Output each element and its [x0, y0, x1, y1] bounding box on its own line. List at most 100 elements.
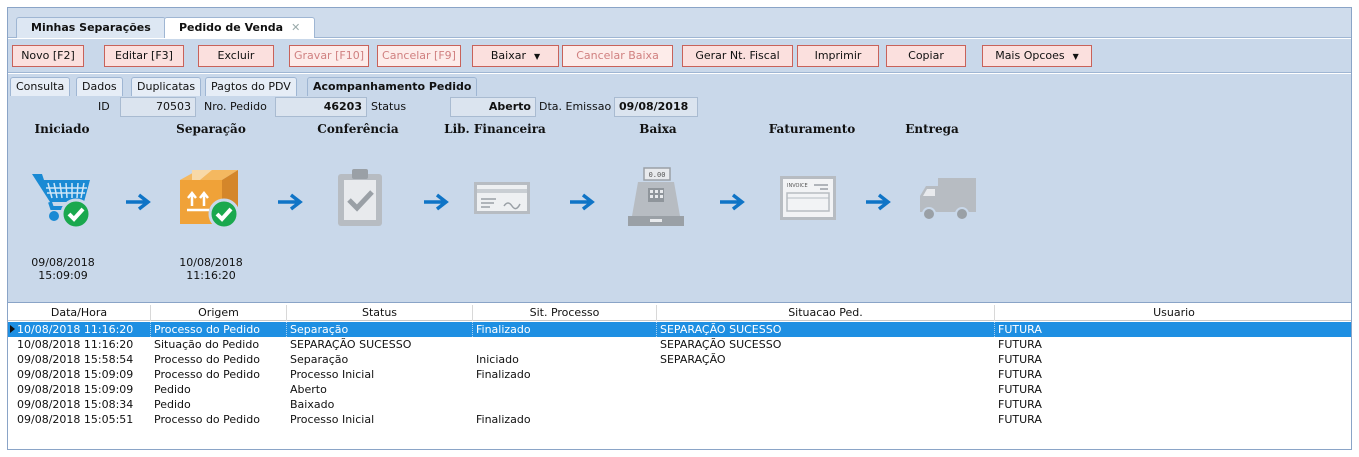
status-field[interactable]: Aberto — [450, 97, 536, 117]
id-field[interactable]: 70503 — [120, 97, 196, 117]
table-cell: SEPARAÇÃO SUCESSO — [660, 338, 782, 351]
table-cell: Finalizado — [476, 368, 531, 381]
step-label-iniciado: Iniciado — [34, 122, 90, 136]
arrow-right-icon — [424, 193, 449, 211]
column-header-sit-processo[interactable]: Sit. Processo — [473, 305, 657, 321]
table-cell: Iniciado — [476, 353, 519, 366]
mais-opcoes-button[interactable]: Mais Opcoes ▼ — [982, 45, 1092, 67]
toolbar: Novo [F2] Editar [F3] Excluir Gravar [F1… — [8, 39, 1351, 73]
tab-label: Minhas Separações — [31, 21, 151, 34]
step-label-baixa: Baixa — [639, 122, 677, 136]
table-cell: 09/08/2018 15:09:09 — [17, 383, 134, 396]
column-header-origem[interactable]: Origem — [151, 305, 287, 321]
table-cell — [473, 397, 657, 412]
svg-text:INVOICE: INVOICE — [787, 183, 808, 189]
cart-check-icon — [32, 174, 92, 230]
step-label-lib-financeira: Lib. Financeira — [444, 122, 546, 136]
table-cell: FUTURA — [998, 353, 1042, 366]
editar-button[interactable]: Editar [F3] — [104, 45, 184, 67]
column-header-situacao-ped[interactable]: Situacao Ped. — [657, 305, 995, 321]
table-row[interactable]: 09/08/2018 15:05:51 Processo do Pedido Pro… — [8, 412, 1351, 427]
table-row[interactable]: 09/08/2018 15:09:09 Processo do Pedido Pro… — [8, 367, 1351, 382]
copiar-button[interactable]: Copiar — [886, 45, 966, 67]
table-cell: Processo Inicial — [290, 368, 375, 381]
cancelar-baixa-button[interactable]: Cancelar Baixa — [562, 45, 673, 67]
pedido-label: Nro. Pedido — [204, 100, 267, 113]
table-row[interactable]: 09/08/2018 15:58:54 Processo do Pedido Sep… — [8, 352, 1351, 367]
table-cell: FUTURA — [998, 398, 1042, 411]
arrow-right-icon — [570, 193, 595, 211]
table-cell — [657, 412, 995, 427]
step-label-faturamento: Faturamento — [768, 122, 856, 136]
table-cell: FUTURA — [998, 413, 1042, 426]
table-cell: FUTURA — [998, 368, 1042, 381]
table-cell: Processo do Pedido — [154, 353, 260, 366]
table-cell: 09/08/2018 15:05:51 — [17, 413, 134, 426]
table-cell — [473, 337, 657, 352]
table-cell: Pedido — [154, 383, 191, 396]
step-label-separacao: Separação — [176, 122, 246, 136]
column-header-status[interactable]: Status — [287, 305, 473, 321]
table-cell: Finalizado — [473, 322, 657, 337]
gerar-nota-fiscal-button[interactable]: Gerar Nt. Fiscal — [682, 45, 793, 67]
gravar-button[interactable]: Gravar [F10] — [289, 45, 369, 67]
table-cell: FUTURA — [998, 338, 1042, 351]
step-timestamp-iniciado: 09/08/2018 15:09:09 — [31, 256, 95, 282]
tab-acompanhamento-pedido[interactable]: Acompanhamento Pedido — [307, 77, 478, 96]
step-timestamp-separacao: 10/08/2018 11:16:20 — [179, 256, 243, 282]
table-cell — [657, 397, 995, 412]
table-cell: Situação do Pedido — [154, 338, 260, 351]
tab-pedido-de-venda[interactable]: Pedido de Venda ✕ — [164, 17, 316, 38]
table-row[interactable]: 09/08/2018 15:09:09 Pedido Aberto FUTURA — [8, 382, 1351, 397]
table-cell: Aberto — [290, 383, 327, 396]
table-row[interactable]: 09/08/2018 15:08:34 Pedido Baixado FUTURA — [8, 397, 1351, 412]
excluir-button[interactable]: Excluir — [198, 45, 274, 67]
table-row[interactable]: 10/08/2018 11:16:20 Situação do Pedido SEP… — [8, 337, 1351, 352]
baixar-label: Baixar — [490, 49, 526, 62]
tab-duplicatas[interactable]: Duplicatas — [131, 77, 202, 96]
tab-dados[interactable]: Dados — [76, 77, 123, 96]
table-cell: Processo do Pedido — [151, 322, 287, 337]
novo-button[interactable]: Novo [F2] — [12, 45, 84, 67]
arrow-right-icon — [278, 193, 303, 211]
imprimir-button[interactable]: Imprimir — [797, 45, 879, 67]
table-cell: FUTURA — [995, 322, 1351, 337]
status-label: Status — [371, 100, 407, 113]
chevron-down-icon: ▼ — [533, 52, 541, 61]
emissao-label: Dta. Emissao — [539, 100, 612, 113]
baixar-button[interactable]: Baixar ▼ — [472, 45, 559, 67]
table-cell: Processo do Pedido — [154, 413, 260, 426]
table-cell — [657, 367, 995, 382]
column-header-usuario[interactable]: Usuario — [995, 305, 1351, 321]
tab-pagtos-pdv[interactable]: Pagtos do PDV — [205, 77, 297, 96]
table-cell: SEPARAÇÃO SUCESSO — [290, 338, 412, 351]
table-cell: Processo Inicial — [290, 413, 375, 426]
document-tab-strip: Minhas Separações Pedido de Venda ✕ — [8, 8, 1351, 38]
table-cell — [657, 382, 995, 397]
acompanhamento-panel: ID 70503 Nro. Pedido 46203 Status Aberto… — [8, 96, 1351, 303]
cheque-icon — [474, 182, 530, 214]
table-row[interactable]: 10/08/2018 11:16:20 Processo do Pedido Sep… — [8, 322, 1351, 337]
table-cell: Finalizado — [476, 413, 531, 426]
section-tab-strip: Consulta Dados Duplicatas Pagtos do PDV … — [8, 74, 1351, 96]
arrow-right-icon — [720, 193, 745, 211]
pedido-field[interactable]: 46203 — [275, 97, 367, 117]
table-cell: Processo do Pedido — [154, 368, 260, 381]
table-cell: 09/08/2018 15:58:54 — [17, 353, 134, 366]
arrow-right-icon — [866, 193, 891, 211]
table-cell: 09/08/2018 15:09:09 — [17, 368, 134, 381]
mais-opcoes-label: Mais Opcoes — [995, 49, 1065, 62]
table-cell: Separação — [287, 322, 473, 337]
table-cell: SEPARAÇÃO SUCESSO — [657, 322, 995, 337]
column-header-data-hora[interactable]: Data/Hora — [8, 305, 151, 321]
tab-minhas-separacoes[interactable]: Minhas Separações — [16, 17, 166, 38]
arrow-right-icon — [126, 193, 151, 211]
close-icon[interactable]: ✕ — [291, 21, 300, 34]
step-label-conferencia: Conferência — [317, 122, 399, 136]
tab-consulta[interactable]: Consulta — [10, 77, 71, 96]
box-check-icon — [180, 170, 240, 230]
cash-register-icon: 0.00 — [628, 167, 684, 226]
cancelar-button[interactable]: Cancelar [F9] — [377, 45, 461, 67]
emissao-field[interactable]: 09/08/2018 — [614, 97, 698, 117]
table-cell: 10/08/2018 11:16:20 — [14, 322, 151, 337]
